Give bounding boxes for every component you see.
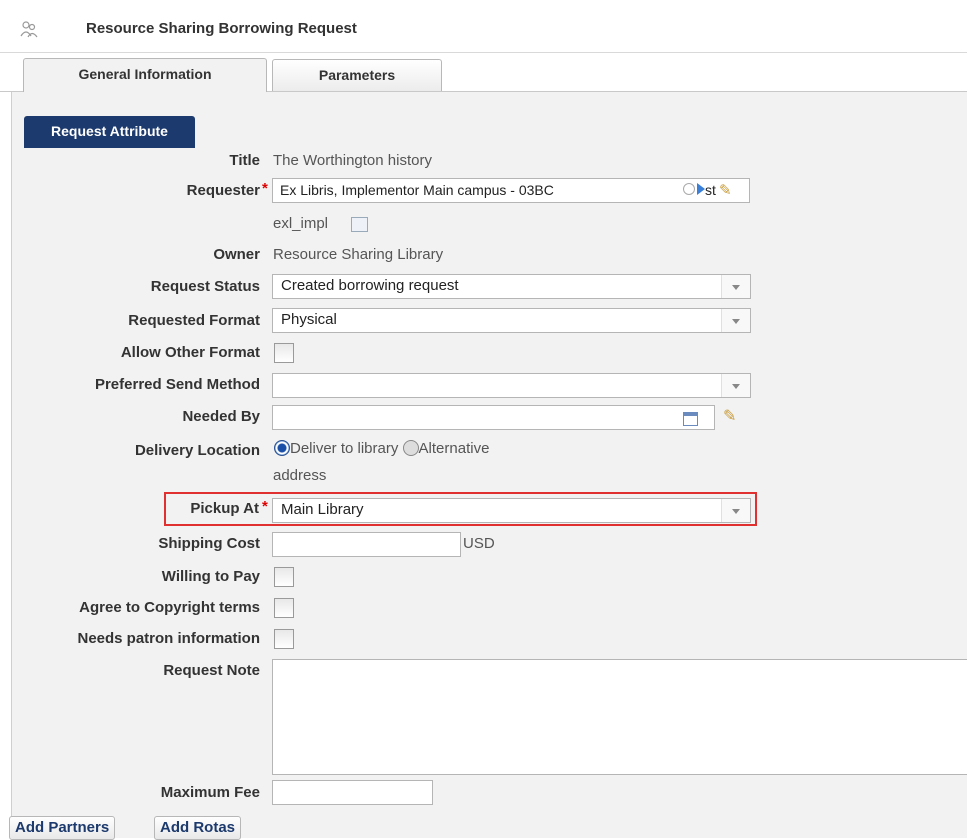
allow-other-format-checkbox[interactable] (274, 343, 294, 363)
requester-required-mark: * (262, 180, 268, 197)
requester-suffix: st (705, 182, 716, 198)
needed-by-label: Needed By (182, 408, 260, 425)
title-label: Title (229, 152, 260, 169)
needs-patron-info-label: Needs patron information (77, 630, 260, 647)
broom-icon[interactable]: ✎ (723, 406, 736, 426)
radio-alternative-address[interactable] (402, 440, 419, 456)
tab-general-information[interactable]: General Information (23, 58, 267, 92)
chevron-down-icon[interactable] (721, 275, 750, 298)
pickup-at-label: Pickup At (190, 500, 259, 517)
requester-field[interactable]: Ex Libris, Implementor Main campus - 03B… (272, 178, 750, 203)
tab-bar: General Information Parameters (0, 53, 967, 92)
request-status-label: Request Status (150, 278, 260, 295)
title-bar: Resource Sharing Borrowing Request (0, 0, 967, 53)
shipping-cost-field[interactable] (272, 532, 461, 557)
request-status-value: Created borrowing request (281, 277, 459, 294)
request-note-label: Request Note (163, 662, 260, 679)
chevron-down-icon[interactable] (721, 374, 750, 397)
requester-label: Requester (186, 182, 260, 199)
requester-value: Ex Libris, Implementor Main campus - 03B… (280, 182, 554, 198)
requester-id: exl_impl (273, 215, 329, 232)
title-value: The Worthington history (273, 152, 432, 169)
requested-format-label: Requested Format (128, 312, 260, 329)
allow-other-format-label: Allow Other Format (120, 344, 260, 361)
shipping-cost-label: Shipping Cost (158, 535, 260, 552)
section-request-attribute[interactable]: Request Attribute (24, 116, 195, 148)
agree-copyright-label: Agree to Copyright terms (79, 599, 260, 616)
pickup-at-required-mark: * (262, 498, 268, 515)
owner-label: Owner (213, 246, 260, 263)
requested-format-value: Physical (281, 311, 337, 328)
willing-to-pay-checkbox[interactable] (274, 567, 294, 587)
pickup-at-value: Main Library (281, 501, 364, 518)
preferred-send-method-label: Preferred Send Method (94, 376, 260, 393)
needed-by-field[interactable] (272, 405, 715, 430)
broom-icon[interactable]: ✎ (719, 181, 732, 199)
tab-parameters[interactable]: Parameters (272, 59, 442, 91)
request-status-select[interactable]: Created borrowing request (272, 274, 751, 299)
agree-copyright-checkbox[interactable] (274, 598, 294, 618)
needs-patron-info-checkbox[interactable] (274, 629, 294, 649)
request-note-textarea[interactable] (272, 659, 967, 775)
radio-deliver-to-library[interactable] (274, 440, 290, 456)
maximum-fee-field[interactable] (272, 780, 433, 805)
calendar-icon[interactable] (683, 412, 698, 426)
pickup-at-select[interactable]: Main Library (272, 498, 751, 523)
add-rotas-button[interactable]: Add Rotas (154, 816, 241, 840)
user-card-icon[interactable] (351, 217, 368, 232)
delivery-location-options: Deliver to library Alternative (274, 440, 489, 457)
willing-to-pay-label: Willing to Pay (161, 568, 260, 585)
chevron-down-icon[interactable] (721, 309, 750, 332)
alternative-address-label: address (273, 467, 327, 484)
preferred-send-method-select[interactable] (272, 373, 751, 398)
currency-label: USD (463, 535, 495, 552)
alternative-label: Alternative (418, 440, 490, 457)
people-icon (20, 21, 38, 38)
add-partners-button[interactable]: Add Partners (9, 816, 116, 840)
requested-format-select[interactable]: Physical (272, 308, 751, 333)
maximum-fee-label: Maximum Fee (160, 784, 260, 801)
owner-value: Resource Sharing Library (273, 246, 444, 263)
deliver-to-library-label: Deliver to library (290, 440, 399, 457)
delivery-location-label: Delivery Location (134, 442, 260, 459)
search-icon[interactable] (683, 183, 695, 195)
chevron-down-icon[interactable] (721, 499, 750, 522)
page-title: Resource Sharing Borrowing Request (86, 20, 357, 37)
